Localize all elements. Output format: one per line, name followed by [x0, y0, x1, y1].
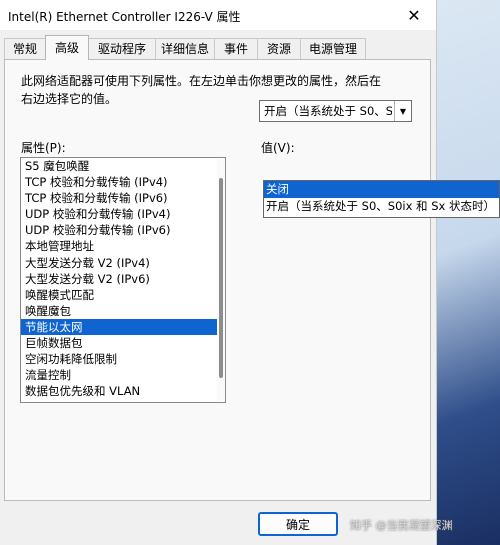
list-item[interactable]: TCP 校验和分载传输 (IPv6) [21, 190, 225, 206]
tab-resources[interactable]: 资源 [257, 38, 301, 59]
property-label: 属性(P): [21, 141, 66, 155]
combo-current-value: 开启（当系统处于 S0、S0 [264, 104, 392, 118]
list-item[interactable]: 唤醒模式匹配 [21, 287, 225, 303]
tab-general[interactable]: 常规 [4, 38, 46, 59]
tab-details[interactable]: 详细信息 [155, 38, 215, 59]
tab-events[interactable]: 事件 [214, 38, 258, 59]
properties-dialog: Intel(R) Ethernet Controller I226-V 属性 ✕… [0, 0, 437, 545]
list-item[interactable]: 本地管理地址 [21, 238, 225, 254]
value-dropdown-list[interactable]: 关闭 开启（当系统处于 S0、S0ix 和 Sx 状态时） [263, 180, 500, 218]
list-item[interactable]: UDP 校验和分载传输 (IPv6) [21, 222, 225, 238]
list-item[interactable]: UDP 校验和分载传输 (IPv4) [21, 206, 225, 222]
window-title: Intel(R) Ethernet Controller I226-V 属性 [8, 10, 241, 24]
dropdown-option-off[interactable]: 关闭 [264, 181, 499, 198]
close-button[interactable]: ✕ [392, 0, 436, 30]
tab-power-management[interactable]: 电源管理 [300, 38, 366, 59]
list-item[interactable]: S5 魔包唤醒 [21, 158, 225, 174]
scroll-thumb[interactable] [219, 178, 223, 378]
value-combobox[interactable]: 开启（当系统处于 S0、S0 ▼ [259, 100, 412, 122]
advanced-panel: 此网络适配器可使用下列属性。在左边单击你想更改的属性，然后在右边选择它的值。 属… [4, 59, 431, 501]
chevron-down-icon: ▼ [399, 106, 407, 116]
close-icon: ✕ [407, 5, 421, 25]
list-item[interactable]: 数据包优先级和 VLAN [21, 383, 225, 399]
value-label: 值(V): [261, 141, 295, 155]
list-item[interactable]: 空闲功耗降低限制 [21, 351, 225, 367]
desktop-wallpaper [437, 0, 500, 545]
tab-driver[interactable]: 驱动程序 [88, 38, 156, 59]
dropdown-button[interactable]: ▼ [394, 101, 411, 121]
list-item[interactable]: 大型发送分载 V2 (IPv4) [21, 255, 225, 271]
list-item[interactable]: 大型发送分载 V2 (IPv6) [21, 271, 225, 287]
watermark: 知乎 @当我凝望深渊 [350, 519, 453, 532]
list-item[interactable]: 流量控制 [21, 367, 225, 383]
property-listbox[interactable]: S5 魔包唤醒 TCP 校验和分载传输 (IPv4) TCP 校验和分载传输 (… [20, 157, 226, 403]
list-item-selected[interactable]: 节能以太网 [21, 318, 225, 336]
tab-advanced[interactable]: 高级 [45, 35, 89, 60]
ok-button[interactable]: 确定 [258, 512, 338, 536]
list-scrollbar[interactable] [217, 158, 225, 402]
list-item[interactable]: 巨帧数据包 [21, 335, 225, 351]
list-item[interactable]: TCP 校验和分载传输 (IPv4) [21, 174, 225, 190]
list-item[interactable]: 唤醒魔包 [21, 303, 225, 319]
dropdown-option-on[interactable]: 开启（当系统处于 S0、S0ix 和 Sx 状态时） [264, 198, 499, 215]
title-bar: Intel(R) Ethernet Controller I226-V 属性 ✕ [0, 0, 436, 30]
